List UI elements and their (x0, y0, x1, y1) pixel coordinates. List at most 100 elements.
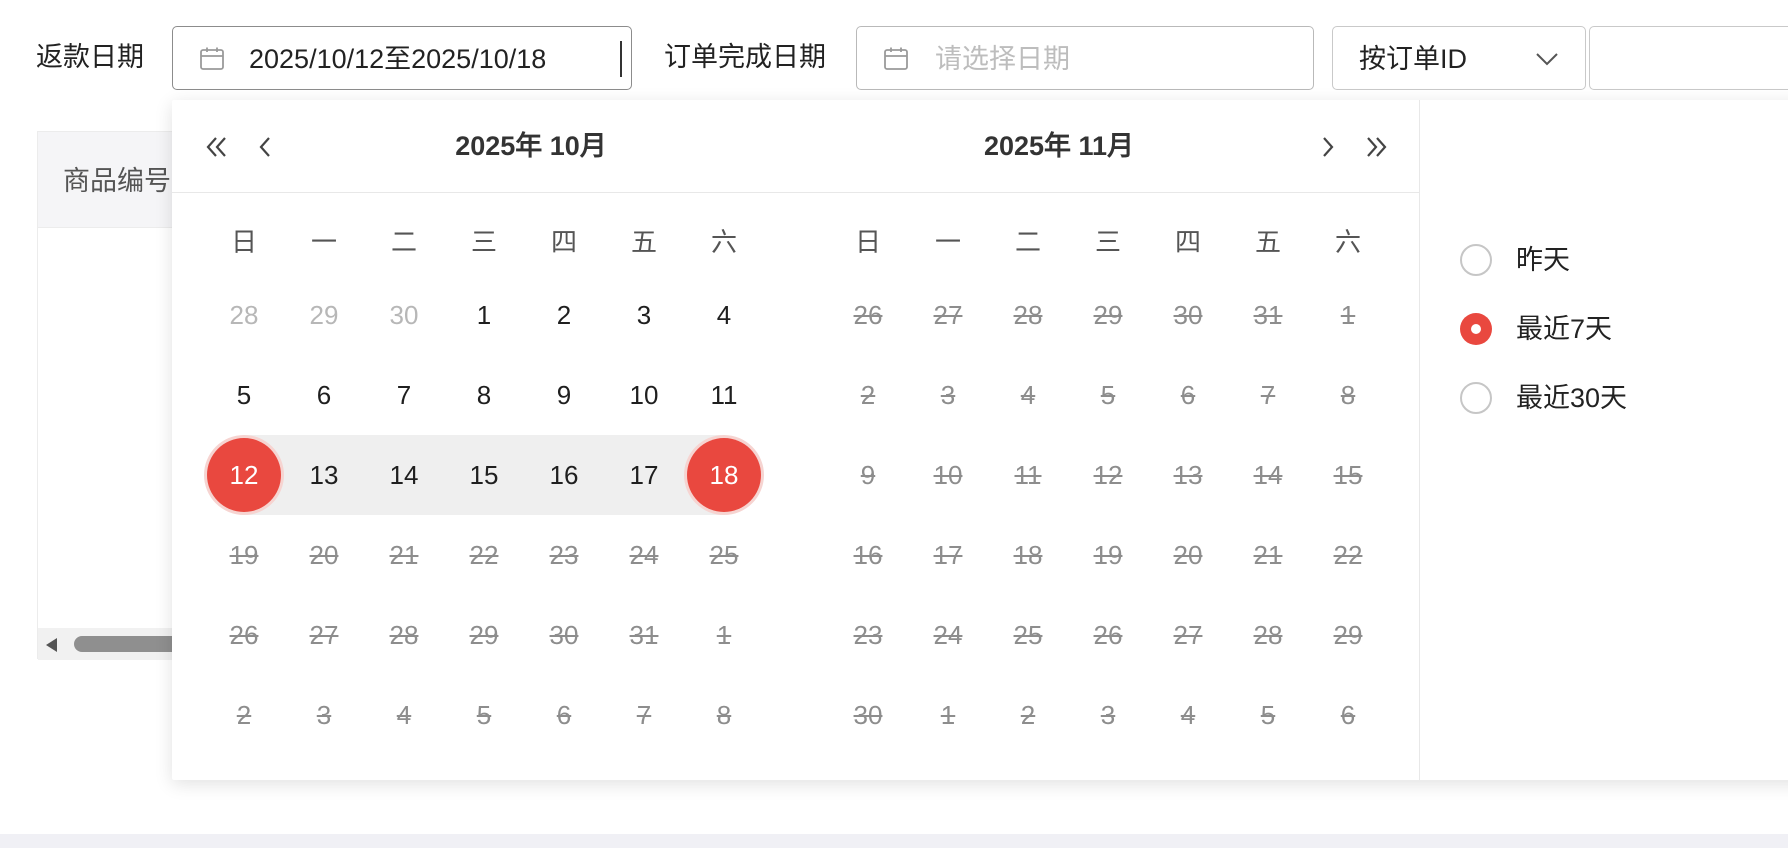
calendar-day: 22 (469, 539, 499, 570)
calendar-day[interactable]: 5 (207, 358, 281, 432)
order-complete-date-input[interactable]: 请选择日期 (856, 26, 1314, 90)
calendar-day[interactable]: 9 (527, 358, 601, 432)
calendar-day-selected[interactable]: 18 (687, 438, 761, 512)
text-caret (620, 41, 622, 77)
double-chevron-left-icon[interactable] (202, 132, 232, 162)
calendar-day: 8 (716, 699, 732, 730)
calendar-day: 6 (1180, 379, 1196, 410)
weekday-header: 六 (710, 227, 737, 257)
calendar-panels: 2025年 10月 2025年 11月 日一二三四五六 日一二三四五六 28 29… (172, 100, 1420, 780)
calendar-day: 13 (1173, 459, 1203, 490)
calendar-day: 24 (933, 619, 963, 650)
calendar-day: 31 (629, 619, 659, 650)
calendar-day: 26 (229, 619, 259, 650)
double-chevron-right-icon[interactable] (1361, 132, 1391, 162)
column-header-product-code: 商品编号 (63, 166, 171, 196)
calendar-day: 2 (1020, 699, 1036, 730)
calendar-day: 17 (933, 539, 963, 570)
refund-date-value: 2025/10/12至2025/10/18 (249, 44, 547, 74)
calendar-day: 27 (1173, 619, 1203, 650)
calendar-day: 15 (1333, 459, 1363, 490)
calendar-day: 11 (1014, 459, 1042, 490)
weekday-header: 三 (470, 227, 497, 257)
calendar-day: 25 (1013, 619, 1043, 650)
calendar-day: 4 (1020, 379, 1036, 410)
calendar-day: 2 (236, 699, 252, 730)
calendar-day[interactable]: 17 (607, 438, 681, 512)
calendar-day[interactable]: 8 (447, 358, 521, 432)
calendar-day: 19 (229, 539, 259, 570)
calendar-day: 5 (1260, 699, 1276, 730)
page-footer-band (0, 834, 1788, 848)
calendar-day: 18 (1013, 539, 1043, 570)
calendar-day[interactable]: 2 (527, 278, 601, 352)
calendar-day[interactable]: 4 (687, 278, 761, 352)
quick-range-label: 昨天 (1516, 245, 1570, 275)
calendar-day: 1 (940, 699, 956, 730)
weekday-header: 二 (390, 227, 417, 257)
weekday-header: 六 (1334, 227, 1361, 257)
calendar-day: 21 (1253, 539, 1283, 570)
calendar-day: 1 (716, 619, 732, 650)
scroll-left-arrow-icon[interactable] (46, 638, 57, 652)
weekday-header: 二 (1014, 227, 1041, 257)
calendar-icon (200, 47, 224, 70)
calendar-day[interactable]: 15 (447, 438, 521, 512)
order-complete-date-placeholder: 请选择日期 (935, 44, 1070, 74)
right-month-title: 2025年 11月 (983, 131, 1135, 161)
calendar-day[interactable]: 13 (287, 438, 361, 512)
calendar-day[interactable]: 10 (607, 358, 681, 432)
calendar-day: 21 (389, 539, 419, 570)
search-value-input[interactable] (1589, 26, 1788, 90)
calendar-day[interactable]: 30 (367, 278, 441, 352)
radio-unchecked-icon[interactable] (1460, 382, 1492, 414)
calendar-day: 5 (476, 699, 492, 730)
weekday-header: 日 (230, 227, 257, 257)
calendar-day[interactable]: 1 (447, 278, 521, 352)
weekday-header: 三 (1094, 227, 1121, 257)
calendar-day: 20 (309, 539, 339, 570)
calendar-day[interactable]: 28 (207, 278, 281, 352)
refund-date-label: 返款日期 (36, 42, 144, 72)
calendar-day: 29 (1333, 619, 1363, 650)
calendar-day: 3 (1100, 699, 1116, 730)
quick-range-label: 最近30天 (1516, 383, 1628, 413)
calendar-day: 9 (860, 459, 876, 490)
calendar-day: 30 (549, 619, 579, 650)
calendar-header: 2025年 10月 2025年 11月 (172, 100, 1420, 193)
chevron-left-icon[interactable] (250, 132, 280, 162)
calendar-day[interactable]: 14 (367, 438, 441, 512)
calendar-day-selected[interactable]: 12 (207, 438, 281, 512)
search-type-value: 按订单ID (1359, 44, 1467, 74)
calendar-day: 27 (309, 619, 339, 650)
calendar-day: 29 (1093, 299, 1123, 330)
calendar-day: 30 (853, 699, 883, 730)
weekday-header: 五 (630, 227, 657, 257)
calendar-day: 14 (1253, 459, 1283, 490)
left-month-title: 2025年 10月 (455, 131, 607, 161)
search-type-select[interactable]: 按订单ID (1332, 26, 1586, 90)
calendar-day: 4 (1180, 699, 1196, 730)
calendar-day[interactable]: 29 (287, 278, 361, 352)
radio-unchecked-icon[interactable] (1460, 244, 1492, 276)
radio-checked-icon[interactable] (1460, 313, 1492, 345)
calendar-day: 3 (940, 379, 956, 410)
calendar-icon (884, 47, 908, 70)
calendar-day[interactable]: 3 (607, 278, 681, 352)
calendar-day[interactable]: 16 (527, 438, 601, 512)
calendar-day: 31 (1253, 299, 1283, 330)
quick-range-label: 最近7天 (1516, 314, 1613, 344)
calendar-day: 1 (1340, 299, 1356, 330)
calendar-day: 24 (629, 539, 659, 570)
calendar-day[interactable]: 11 (687, 358, 761, 432)
calendar-day: 5 (1100, 379, 1116, 410)
calendar-day: 22 (1333, 539, 1363, 570)
chevron-right-icon[interactable] (1313, 132, 1343, 162)
calendar-day[interactable]: 6 (287, 358, 361, 432)
calendar-day: 7 (636, 699, 652, 730)
calendar-day: 28 (1013, 299, 1043, 330)
calendar-day: 30 (1173, 299, 1203, 330)
weekday-header: 四 (1174, 227, 1201, 257)
calendar-day[interactable]: 7 (367, 358, 441, 432)
refund-date-input[interactable]: 2025/10/12至2025/10/18 (172, 26, 632, 90)
